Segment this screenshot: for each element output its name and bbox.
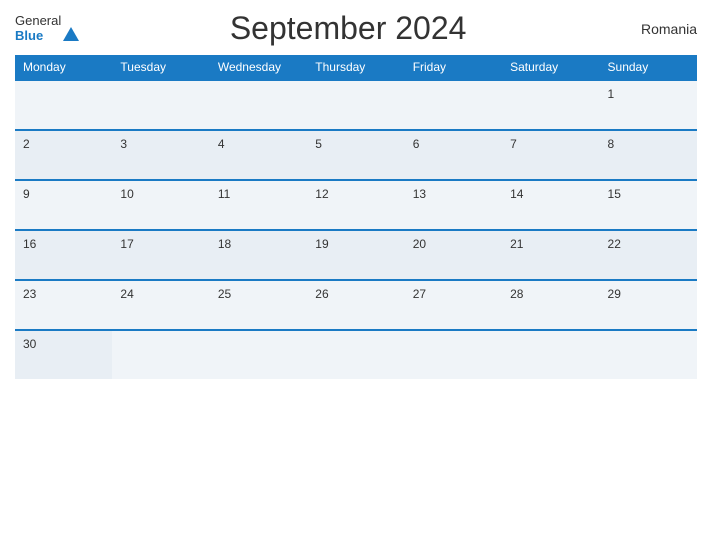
day-number: 6 [413, 137, 420, 151]
weekday-header-row: Monday Tuesday Wednesday Thursday Friday… [15, 55, 697, 80]
calendar-week-3: 16 17 18 19 20 21 22 [15, 230, 697, 280]
calendar-cell-w2d3: 12 [307, 180, 404, 230]
calendar-cell-w2d6: 15 [600, 180, 697, 230]
header-friday: Friday [405, 55, 502, 80]
day-number: 11 [218, 187, 230, 201]
calendar-cell-w2d2: 11 [210, 180, 307, 230]
calendar-cell-w5d6 [600, 330, 697, 379]
calendar-cell-w0d2 [210, 80, 307, 130]
page: General Blue September 2024 Romania Mond… [0, 0, 712, 550]
calendar-cell-w5d5 [502, 330, 599, 379]
day-number: 1 [608, 87, 615, 101]
day-number: 23 [23, 287, 36, 301]
calendar-cell-w1d1: 3 [112, 130, 209, 180]
calendar-cell-w2d1: 10 [112, 180, 209, 230]
day-number: 15 [608, 187, 621, 201]
calendar-cell-w3d2: 18 [210, 230, 307, 280]
day-number: 7 [510, 137, 517, 151]
day-number: 22 [608, 237, 621, 251]
calendar-cell-w2d0: 9 [15, 180, 112, 230]
calendar-cell-w3d5: 21 [502, 230, 599, 280]
day-number: 28 [510, 287, 523, 301]
calendar-cell-w3d0: 16 [15, 230, 112, 280]
calendar-cell-w4d6: 29 [600, 280, 697, 330]
calendar-cell-w0d6: 1 [600, 80, 697, 130]
day-number: 29 [608, 287, 621, 301]
day-number: 24 [120, 287, 133, 301]
day-number: 13 [413, 187, 426, 201]
calendar-cell-w5d0: 30 [15, 330, 112, 379]
day-number: 14 [510, 187, 523, 201]
calendar-cell-w4d3: 26 [307, 280, 404, 330]
calendar-cell-w3d6: 22 [600, 230, 697, 280]
calendar-cell-w1d4: 6 [405, 130, 502, 180]
calendar-cell-w5d1 [112, 330, 209, 379]
day-number: 2 [23, 137, 30, 151]
day-number: 30 [23, 337, 36, 351]
calendar-title: September 2024 [79, 10, 617, 47]
day-number: 4 [218, 137, 225, 151]
calendar-cell-w0d5 [502, 80, 599, 130]
logo-triangle-icon [63, 27, 79, 41]
day-number: 27 [413, 287, 426, 301]
day-number: 20 [413, 237, 426, 251]
header-wednesday: Wednesday [210, 55, 307, 80]
header: General Blue September 2024 Romania [15, 10, 697, 47]
calendar-cell-w0d0 [15, 80, 112, 130]
logo-general: General [15, 14, 61, 28]
calendar-week-5: 30 [15, 330, 697, 379]
day-number: 18 [218, 237, 231, 251]
calendar-cell-w4d2: 25 [210, 280, 307, 330]
header-monday: Monday [15, 55, 112, 80]
day-number: 10 [120, 187, 133, 201]
day-number: 3 [120, 137, 127, 151]
calendar-week-4: 23 24 25 26 27 28 29 [15, 280, 697, 330]
calendar-cell-w4d5: 28 [502, 280, 599, 330]
calendar-cell-w5d4 [405, 330, 502, 379]
day-number: 12 [315, 187, 328, 201]
calendar-cell-w1d5: 7 [502, 130, 599, 180]
logo: General Blue [15, 14, 79, 43]
calendar-cell-w2d4: 13 [405, 180, 502, 230]
header-sunday: Sunday [600, 55, 697, 80]
calendar-cell-w4d4: 27 [405, 280, 502, 330]
day-number: 8 [608, 137, 615, 151]
country-label: Romania [617, 21, 697, 37]
day-number: 21 [510, 237, 523, 251]
calendar-cell-w3d1: 17 [112, 230, 209, 280]
calendar-week-0: 1 [15, 80, 697, 130]
calendar-cell-w2d5: 14 [502, 180, 599, 230]
logo-text: General Blue [15, 14, 61, 43]
calendar-cell-w3d4: 20 [405, 230, 502, 280]
day-number: 19 [315, 237, 328, 251]
header-thursday: Thursday [307, 55, 404, 80]
day-number: 5 [315, 137, 322, 151]
day-number: 16 [23, 237, 36, 251]
calendar-cell-w1d2: 4 [210, 130, 307, 180]
day-number: 25 [218, 287, 231, 301]
calendar-cell-w0d3 [307, 80, 404, 130]
day-number: 26 [315, 287, 328, 301]
header-saturday: Saturday [502, 55, 599, 80]
calendar-cell-w0d1 [112, 80, 209, 130]
header-tuesday: Tuesday [112, 55, 209, 80]
day-number: 9 [23, 187, 30, 201]
calendar-cell-w5d3 [307, 330, 404, 379]
calendar-cell-w4d1: 24 [112, 280, 209, 330]
calendar-week-1: 2 3 4 5 6 7 8 [15, 130, 697, 180]
calendar-cell-w1d3: 5 [307, 130, 404, 180]
day-number: 17 [120, 237, 133, 251]
calendar-cell-w3d3: 19 [307, 230, 404, 280]
calendar-cell-w5d2 [210, 330, 307, 379]
logo-blue: Blue [15, 29, 61, 43]
calendar-cell-w4d0: 23 [15, 280, 112, 330]
calendar-week-2: 9 10 11 12 13 14 15 [15, 180, 697, 230]
calendar-cell-w1d6: 8 [600, 130, 697, 180]
calendar-table: Monday Tuesday Wednesday Thursday Friday… [15, 55, 697, 379]
calendar-cell-w1d0: 2 [15, 130, 112, 180]
calendar-cell-w0d4 [405, 80, 502, 130]
